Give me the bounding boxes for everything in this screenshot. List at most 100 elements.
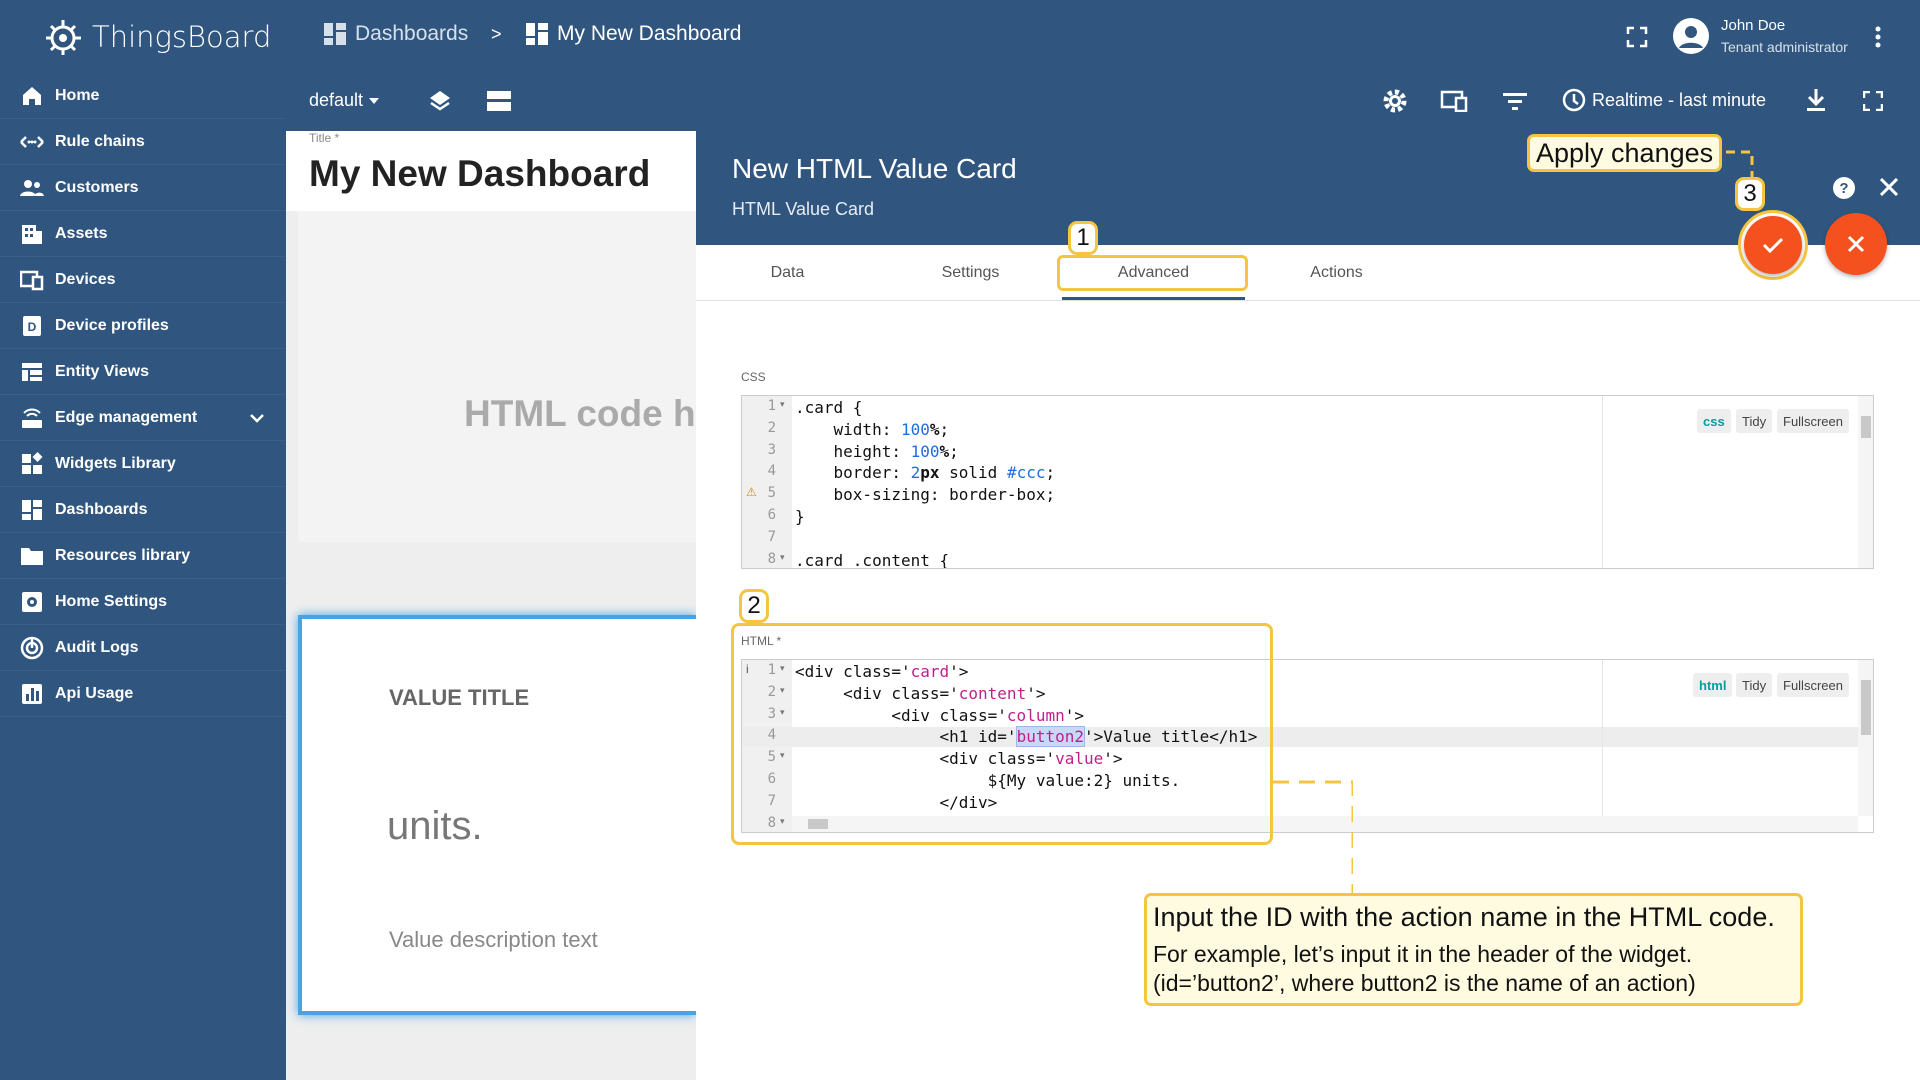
- css-tidy-button[interactable]: Tidy: [1736, 409, 1773, 433]
- timewindow-button[interactable]: Realtime - last minute: [1562, 88, 1766, 112]
- html-mode-button[interactable]: html: [1693, 673, 1733, 697]
- code-line[interactable]: box-sizing: border-box;: [795, 484, 1056, 506]
- value-card-widget[interactable]: VALUE TITLE units. Value description tex…: [298, 615, 696, 1015]
- help-icon[interactable]: ?: [1832, 176, 1856, 200]
- sidebar-item-home-settings[interactable]: Home Settings: [0, 579, 286, 625]
- sidebar-item-label: Resources library: [55, 546, 191, 564]
- fullscreen-icon[interactable]: [1626, 26, 1648, 48]
- timewindow-label: Realtime - last minute: [1592, 89, 1767, 110]
- sidebar-item-dashboards[interactable]: Dashboards: [0, 487, 286, 533]
- settings-gear-icon[interactable]: [1382, 88, 1408, 114]
- sidebar-item-label: Home: [55, 86, 100, 104]
- line-number: 8: [767, 550, 776, 567]
- sidebar-item-entity-views[interactable]: Entity Views: [0, 349, 286, 395]
- entity-views-icon: [22, 363, 42, 381]
- top-bar: Dashboards > My New Dashboard John Doe T…: [286, 0, 1920, 131]
- dashboard-title: My New Dashboard: [309, 153, 651, 194]
- svg-text:D: D: [28, 320, 37, 334]
- edge-icon: [22, 408, 42, 428]
- customers-icon: [20, 180, 44, 196]
- html-scrollbar[interactable]: [1858, 660, 1873, 816]
- card-title: VALUE TITLE: [389, 685, 530, 710]
- tab-settings[interactable]: Settings: [879, 245, 1062, 301]
- instruction-callout: Input the ID with the action name in the…: [1144, 893, 1803, 1006]
- widgets-icon: [22, 452, 43, 474]
- devices-toolbar-icon[interactable]: [1440, 90, 1468, 112]
- print-margin: [1602, 396, 1603, 568]
- note-line-1: For example, let’s input it in the heade…: [1153, 941, 1693, 967]
- layout-select[interactable]: default: [309, 90, 380, 111]
- sidebar-item-assets[interactable]: Assets: [0, 211, 286, 257]
- sidebar-item-label: Devices: [55, 270, 116, 288]
- html-tidy-button[interactable]: Tidy: [1736, 673, 1773, 697]
- sidebar-item-devices[interactable]: Devices: [0, 257, 286, 303]
- html-widget[interactable]: HTML code h: [298, 211, 696, 542]
- sidebar-item-label: Entity Views: [55, 362, 149, 380]
- chevron-down-icon: [369, 97, 380, 104]
- check-icon: [1762, 237, 1784, 253]
- css-scrollbar[interactable]: [1858, 396, 1873, 568]
- layers-icon[interactable]: [428, 89, 452, 113]
- sidebar-item-device-profiles[interactable]: D Device profiles: [0, 303, 286, 349]
- tab-data[interactable]: Data: [696, 245, 879, 301]
- css-mode-button[interactable]: css: [1697, 409, 1731, 433]
- code-line[interactable]: height: 100%;: [795, 441, 959, 463]
- device-profile-icon: D: [23, 316, 41, 336]
- sidebar-item-home[interactable]: Home: [0, 73, 286, 119]
- title-field[interactable]: Title * My New Dashboard: [286, 131, 696, 211]
- sidebar-item-widgets-library[interactable]: Widgets Library: [0, 441, 286, 487]
- code-line[interactable]: }: [795, 506, 805, 528]
- html-scroll-thumb[interactable]: [1861, 680, 1871, 735]
- step-badge-1: 1: [1068, 221, 1098, 255]
- sidebar-item-audit-logs[interactable]: Audit Logs: [0, 625, 286, 671]
- css-editor[interactable]: 1 ▾ .card {2 width: 100%; 3 height: 100%; 4 …: [741, 395, 1874, 569]
- apply-changes-button[interactable]: [1744, 216, 1802, 274]
- code-line[interactable]: .card {: [795, 397, 862, 419]
- css-scroll-thumb[interactable]: [1861, 416, 1871, 438]
- sidebar-item-customers[interactable]: Customers: [0, 165, 286, 211]
- html-fullscreen-button[interactable]: Fullscreen: [1777, 673, 1849, 697]
- warning-icon: ⚠: [746, 485, 757, 500]
- line-number: 2: [767, 419, 776, 436]
- sidebar-item-api-usage[interactable]: Api Usage: [0, 671, 286, 717]
- card-description: Value description text: [389, 927, 598, 952]
- app-name: ThingsBoard: [92, 20, 272, 54]
- line-number: 6: [767, 507, 776, 523]
- sidebar-item-resources-library[interactable]: Resources library: [0, 533, 286, 579]
- title-label: Title *: [309, 131, 340, 145]
- tab-actions[interactable]: Actions: [1245, 245, 1428, 301]
- step-badge-2: 2: [739, 589, 769, 623]
- logo[interactable]: ThingsBoard: [42, 12, 271, 62]
- css-fullscreen-button[interactable]: Fullscreen: [1777, 409, 1849, 433]
- user-role: Tenant administrator: [1721, 39, 1848, 55]
- sidebar-item-rule-chains[interactable]: Rule chains: [0, 119, 286, 165]
- sidebar-item-label: Audit Logs: [55, 638, 139, 656]
- sidebar-item-label: Dashboards: [55, 500, 148, 518]
- avatar[interactable]: [1672, 17, 1710, 55]
- note-connector-line: [1273, 780, 1353, 897]
- css-label: CSS: [741, 370, 766, 384]
- thingsboard-logo-icon: [46, 20, 81, 55]
- code-line[interactable]: border: 2px solid #ccc;: [795, 462, 1056, 484]
- html-widget-text: HTML code h: [464, 393, 696, 434]
- line-number: 1: [767, 398, 776, 414]
- decline-changes-button[interactable]: [1825, 213, 1887, 275]
- html-editor-highlight: [731, 623, 1273, 845]
- sidebar-item-edge-management[interactable]: Edge management: [0, 395, 286, 441]
- code-line[interactable]: width: 100%;: [795, 419, 950, 441]
- code-line[interactable]: .card .content {: [795, 550, 949, 568]
- download-icon[interactable]: [1806, 89, 1826, 113]
- sidebar-item-label: Customers: [55, 178, 139, 196]
- more-vert-icon[interactable]: [1874, 26, 1882, 48]
- chevron-down-icon[interactable]: [250, 414, 264, 423]
- apply-connector-line: [1726, 150, 1754, 178]
- filter-icon[interactable]: [1503, 93, 1527, 111]
- rule-chain-icon: [20, 136, 44, 148]
- fold-toggle-icon[interactable]: ▾: [780, 552, 785, 563]
- dashboard-fullscreen-icon[interactable]: [1863, 91, 1883, 111]
- fold-toggle-icon[interactable]: ▾: [780, 399, 785, 410]
- step-badge-3: 3: [1735, 177, 1765, 211]
- layout-icon[interactable]: [487, 91, 511, 111]
- close-icon[interactable]: [1880, 178, 1898, 196]
- breadcrumb-dashboards[interactable]: Dashboards: [324, 22, 468, 46]
